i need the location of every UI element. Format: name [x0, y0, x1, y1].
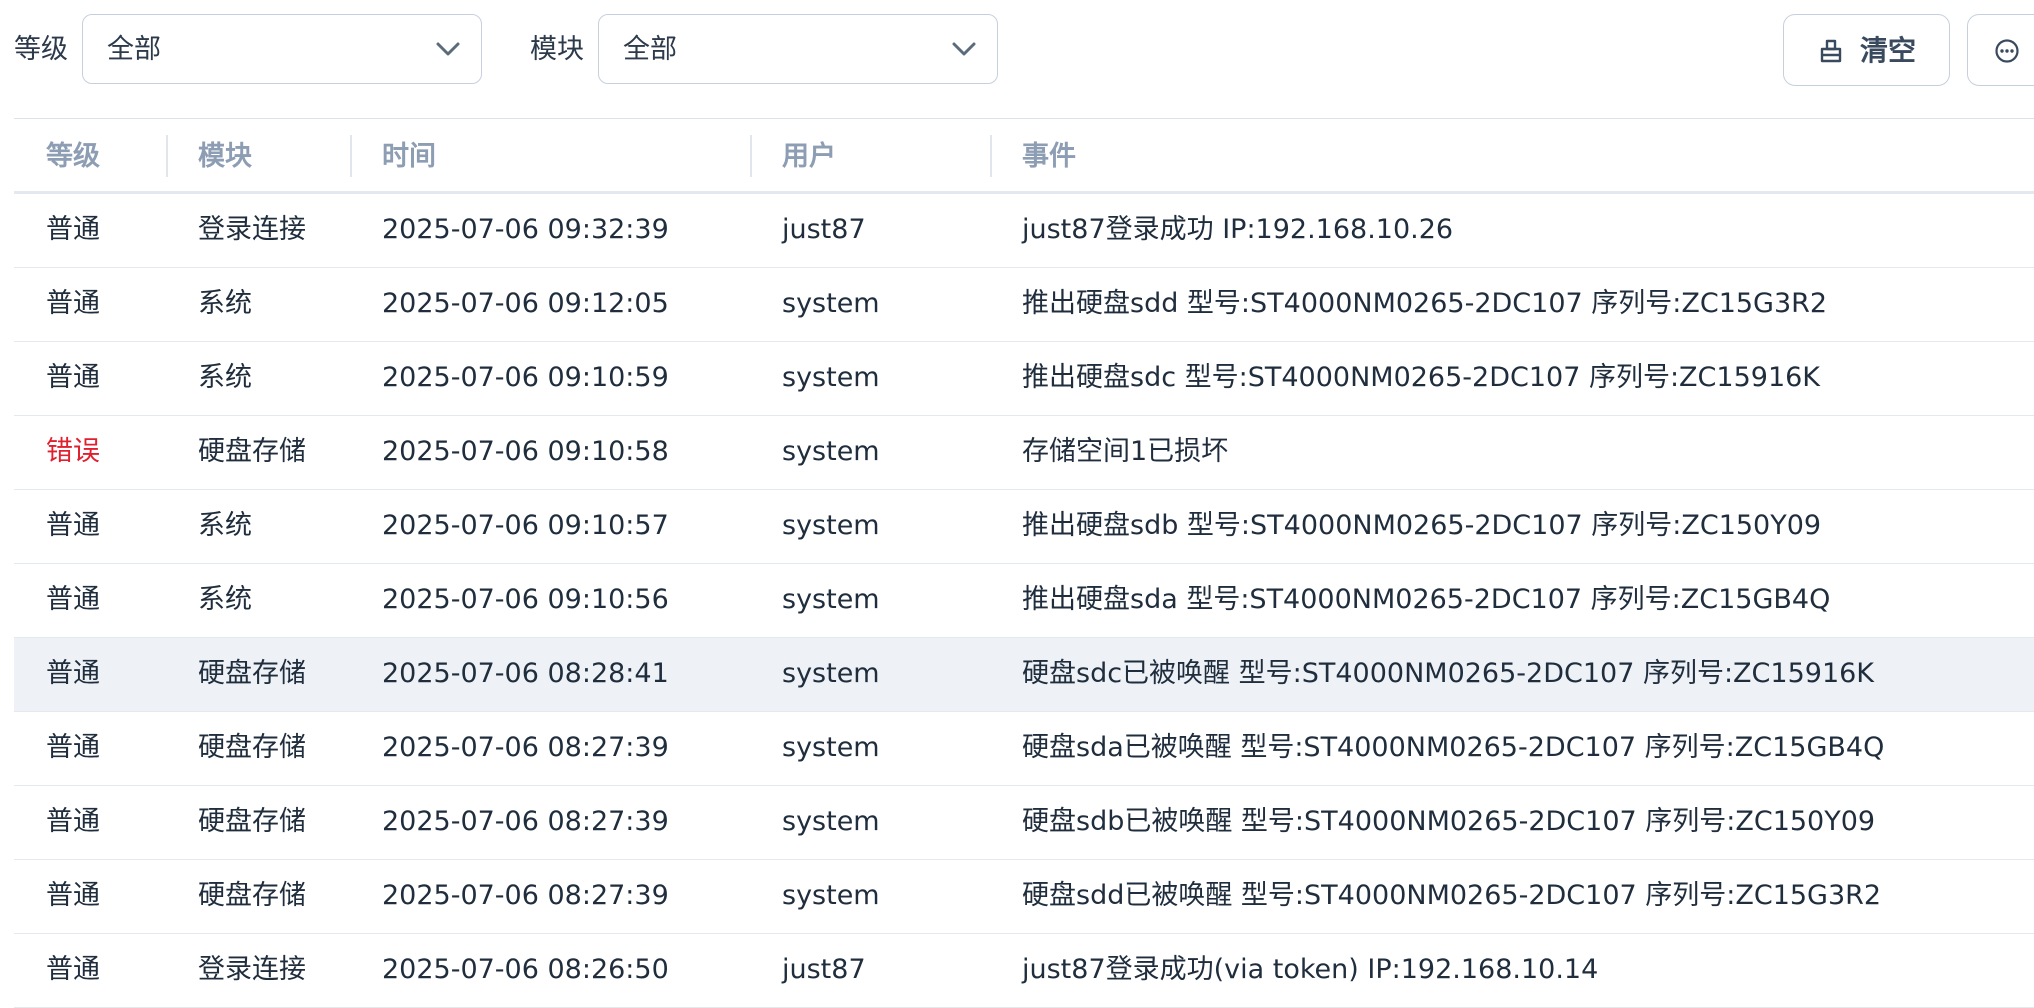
row-module: 硬盘存储: [198, 436, 306, 467]
row-level: 普通: [46, 288, 100, 319]
filter-toolbar: 等级 全部 模块 全部 清空: [0, 0, 2034, 100]
row-module: 登录连接: [198, 214, 306, 245]
row-time: 2025-07-06 08:27:39: [382, 732, 669, 763]
row-time: 2025-07-06 08:28:41: [382, 658, 669, 689]
row-user: system: [782, 658, 880, 689]
row-level: 普通: [46, 362, 100, 393]
row-module: 系统: [198, 362, 252, 393]
row-event: 推出硬盘sdd 型号:ST4000NM0265-2DC107 序列号:ZC15G…: [1022, 288, 1828, 319]
row-level: 普通: [46, 658, 100, 689]
table-row[interactable]: 错误 硬盘存储 2025-07-06 09:10:58 system 存储空间1…: [14, 416, 2034, 490]
column-divider[interactable]: [166, 135, 168, 177]
table-row[interactable]: 普通 系统 2025-07-06 09:12:05 system 推出硬盘sdd…: [14, 268, 2034, 342]
row-time: 2025-07-06 09:10:56: [382, 584, 669, 615]
row-event: 存储空间1已损坏: [1022, 436, 1229, 467]
row-module: 系统: [198, 584, 252, 615]
level-select-value: 全部: [107, 34, 161, 65]
more-button[interactable]: [1967, 14, 2034, 86]
log-table: 等级 模块 时间 用户 事件 普通 登录连接 2025-07-06 09:32:…: [14, 118, 2034, 1008]
level-select[interactable]: 全部: [82, 14, 482, 84]
row-level-error: 错误: [46, 436, 100, 467]
row-module: 登录连接: [198, 954, 306, 985]
table-header: 等级 模块 时间 用户 事件: [14, 118, 2034, 194]
row-module: 系统: [198, 510, 252, 541]
row-time: 2025-07-06 08:26:50: [382, 954, 669, 985]
column-divider[interactable]: [990, 135, 992, 177]
row-time: 2025-07-06 09:10:58: [382, 436, 669, 467]
row-level: 普通: [46, 954, 100, 985]
table-row[interactable]: 普通 硬盘存储 2025-07-06 08:27:39 system 硬盘sdd…: [14, 860, 2034, 934]
row-time: 2025-07-06 08:27:39: [382, 880, 669, 911]
row-level: 普通: [46, 584, 100, 615]
row-module: 系统: [198, 288, 252, 319]
header-time[interactable]: 时间: [382, 137, 436, 177]
row-level: 普通: [46, 510, 100, 541]
row-event: 推出硬盘sda 型号:ST4000NM0265-2DC107 序列号:ZC15G…: [1022, 584, 1831, 615]
table-row[interactable]: 普通 硬盘存储 2025-07-06 08:27:39 system 硬盘sda…: [14, 712, 2034, 786]
row-event: 硬盘sdb已被唤醒 型号:ST4000NM0265-2DC107 序列号:ZC1…: [1022, 806, 1876, 837]
row-module: 硬盘存储: [198, 806, 306, 837]
row-level: 普通: [46, 214, 100, 245]
row-user: just87: [782, 954, 866, 985]
row-user: system: [782, 362, 880, 393]
row-event: just87登录成功 IP:192.168.10.26: [1022, 214, 1454, 245]
more-icon: [1995, 39, 2019, 63]
row-event: 硬盘sdc已被唤醒 型号:ST4000NM0265-2DC107 序列号:ZC1…: [1022, 658, 1875, 689]
table-row[interactable]: 普通 系统 2025-07-06 09:10:59 system 推出硬盘sdc…: [14, 342, 2034, 416]
table-row-hovered[interactable]: 普通 硬盘存储 2025-07-06 08:28:41 system 硬盘sdc…: [14, 638, 2034, 712]
table-row[interactable]: 普通 硬盘存储 2025-07-06 08:27:39 system 硬盘sdb…: [14, 786, 2034, 860]
row-user: system: [782, 584, 880, 615]
row-user: system: [782, 510, 880, 541]
row-user: just87: [782, 214, 866, 245]
header-module[interactable]: 模块: [198, 137, 252, 177]
row-time: 2025-07-06 08:27:39: [382, 806, 669, 837]
chevron-down-icon: [436, 42, 460, 56]
table-row[interactable]: 普通 登录连接 2025-07-06 08:26:50 just87 just8…: [14, 934, 2034, 1008]
row-module: 硬盘存储: [198, 732, 306, 763]
row-user: system: [782, 288, 880, 319]
header-user[interactable]: 用户: [782, 137, 836, 177]
table-row[interactable]: 普通 登录连接 2025-07-06 09:32:39 just87 just8…: [14, 194, 2034, 268]
table-row[interactable]: 普通 系统 2025-07-06 09:10:57 system 推出硬盘sdb…: [14, 490, 2034, 564]
row-event: 硬盘sdd已被唤醒 型号:ST4000NM0265-2DC107 序列号:ZC1…: [1022, 880, 1882, 911]
clear-button[interactable]: 清空: [1783, 14, 1950, 86]
row-level: 普通: [46, 806, 100, 837]
module-select[interactable]: 全部: [598, 14, 998, 84]
level-filter-label: 等级: [14, 34, 68, 65]
row-user: system: [782, 732, 880, 763]
row-time: 2025-07-06 09:12:05: [382, 288, 669, 319]
module-select-value: 全部: [623, 34, 677, 65]
row-level: 普通: [46, 732, 100, 763]
clear-icon: [1820, 39, 1842, 63]
module-filter-label: 模块: [530, 34, 584, 65]
row-time: 2025-07-06 09:32:39: [382, 214, 669, 245]
column-divider[interactable]: [350, 135, 352, 177]
row-event: 硬盘sda已被唤醒 型号:ST4000NM0265-2DC107 序列号:ZC1…: [1022, 732, 1885, 763]
clear-button-label: 清空: [1860, 34, 1917, 67]
chevron-down-icon: [952, 42, 976, 56]
row-event: 推出硬盘sdc 型号:ST4000NM0265-2DC107 序列号:ZC159…: [1022, 362, 1821, 393]
row-time: 2025-07-06 09:10:59: [382, 362, 669, 393]
row-event: 推出硬盘sdb 型号:ST4000NM0265-2DC107 序列号:ZC150…: [1022, 510, 1822, 541]
row-time: 2025-07-06 09:10:57: [382, 510, 669, 541]
row-level: 普通: [46, 880, 100, 911]
header-level[interactable]: 等级: [46, 137, 100, 177]
row-module: 硬盘存储: [198, 880, 306, 911]
row-user: system: [782, 806, 880, 837]
column-divider[interactable]: [750, 135, 752, 177]
row-event: just87登录成功(via token) IP:192.168.10.14: [1022, 954, 1599, 985]
row-user: system: [782, 436, 880, 467]
table-row[interactable]: 普通 系统 2025-07-06 09:10:56 system 推出硬盘sda…: [14, 564, 2034, 638]
row-user: system: [782, 880, 880, 911]
row-module: 硬盘存储: [198, 658, 306, 689]
header-event[interactable]: 事件: [1022, 137, 1076, 177]
